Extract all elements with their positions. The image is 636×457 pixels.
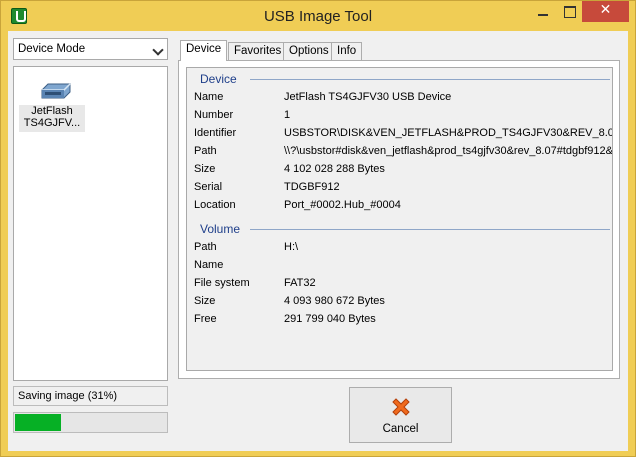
progress-bar-fill (15, 414, 61, 431)
row-key: Name (194, 259, 224, 271)
mode-select-value: Device Mode (18, 43, 86, 55)
device-row-size: Size 4 102 028 288 Bytes (194, 163, 612, 181)
row-key: Size (194, 163, 216, 175)
volume-row-size: Size 4 093 980 672 Bytes (194, 295, 612, 313)
row-value: H:\ (284, 241, 299, 253)
row-key: Location (194, 199, 236, 211)
row-value: 4 093 980 672 Bytes (284, 295, 385, 307)
status-text-box: Saving image (31%) (13, 386, 168, 406)
row-value: Port_#0002.Hub_#0004 (284, 199, 401, 211)
close-icon: ✕ (599, 2, 612, 18)
progress-bar (13, 412, 168, 433)
device-tab-panel: Device Name JetFlash TS4GJFV30 USB Devic… (178, 60, 620, 379)
cancel-x-icon (392, 398, 410, 416)
device-item[interactable]: JetFlash TS4GJFV... (19, 79, 85, 132)
device-row-serial: Serial TDGBF912 (194, 181, 612, 199)
row-value: JetFlash TS4GJFV30 USB Device (284, 91, 452, 103)
client-area: Device Mode JetFlash TS4GJFV... Saving i… (8, 31, 628, 451)
row-key: Name (194, 91, 224, 103)
volume-row-file-system: File system FAT32 (194, 277, 612, 295)
row-key: Path (194, 145, 217, 157)
tab-info[interactable]: Info (331, 42, 363, 61)
device-label: JetFlash TS4GJFV... (19, 105, 85, 132)
volume-row-name: Name (194, 259, 612, 277)
device-row-path: Path \\?\usbstor#disk&ven_jetflash&prod_… (194, 145, 613, 163)
cancel-button-label: Cancel (382, 423, 419, 435)
device-row-number: Number 1 (194, 109, 612, 127)
row-key: Path (194, 241, 217, 253)
tab-device[interactable]: Device (180, 40, 228, 61)
device-section-title: Device (200, 72, 237, 86)
usb-drive-icon (41, 83, 71, 99)
row-key: Number (194, 109, 234, 121)
tab-options[interactable]: Options (283, 42, 335, 61)
app-window: USB Image Tool ✕ Device Mode JetFlash TS… (0, 0, 636, 457)
row-value: 1 (284, 109, 291, 121)
row-key: File system (194, 277, 250, 289)
volume-row-free: Free 291 799 040 Bytes (194, 313, 612, 331)
row-value: TDGBF912 (284, 181, 340, 193)
device-label-line1: JetFlash (31, 105, 73, 117)
device-list[interactable]: JetFlash TS4GJFV... (13, 66, 168, 381)
section-divider (250, 229, 610, 230)
chevron-down-icon[interactable] (150, 39, 167, 59)
row-key: Free (194, 313, 217, 325)
volume-section-title: Volume (200, 222, 241, 236)
row-value: 291 799 040 Bytes (284, 313, 376, 325)
device-label-line2: TS4GJFV... (23, 117, 81, 129)
close-button[interactable]: ✕ (582, 1, 629, 22)
volume-row-path: Path H:\ (194, 241, 612, 259)
row-value: 4 102 028 288 Bytes (284, 163, 385, 175)
section-divider (250, 79, 610, 80)
device-row-name: Name JetFlash TS4GJFV30 USB Device (194, 91, 612, 109)
device-row-identifier: Identifier USBSTOR\DISK&VEN_JETFLASH&PRO… (194, 127, 613, 145)
row-value: \\?\usbstor#disk&ven_jetflash&prod_ts4gj… (284, 145, 613, 157)
device-info-panel[interactable]: Device Name JetFlash TS4GJFV30 USB Devic… (186, 67, 613, 371)
row-value: FAT32 (284, 277, 316, 289)
row-key: Serial (194, 181, 223, 193)
minimize-button[interactable] (530, 1, 556, 22)
cancel-button[interactable]: Cancel (349, 387, 452, 443)
mode-select[interactable]: Device Mode (13, 38, 168, 60)
row-key: Size (194, 295, 216, 307)
row-key: Identifier (194, 127, 237, 139)
title-bar[interactable]: USB Image Tool ✕ (1, 1, 635, 31)
tab-favorites[interactable]: Favorites (228, 42, 288, 61)
row-value: USBSTOR\DISK&VEN_JETFLASH&PROD_TS4GJFV30… (284, 127, 613, 139)
device-row-location: Location Port_#0002.Hub_#0004 (194, 199, 612, 217)
maximize-button[interactable] (556, 1, 582, 22)
status-text: Saving image (31%) (18, 390, 118, 402)
